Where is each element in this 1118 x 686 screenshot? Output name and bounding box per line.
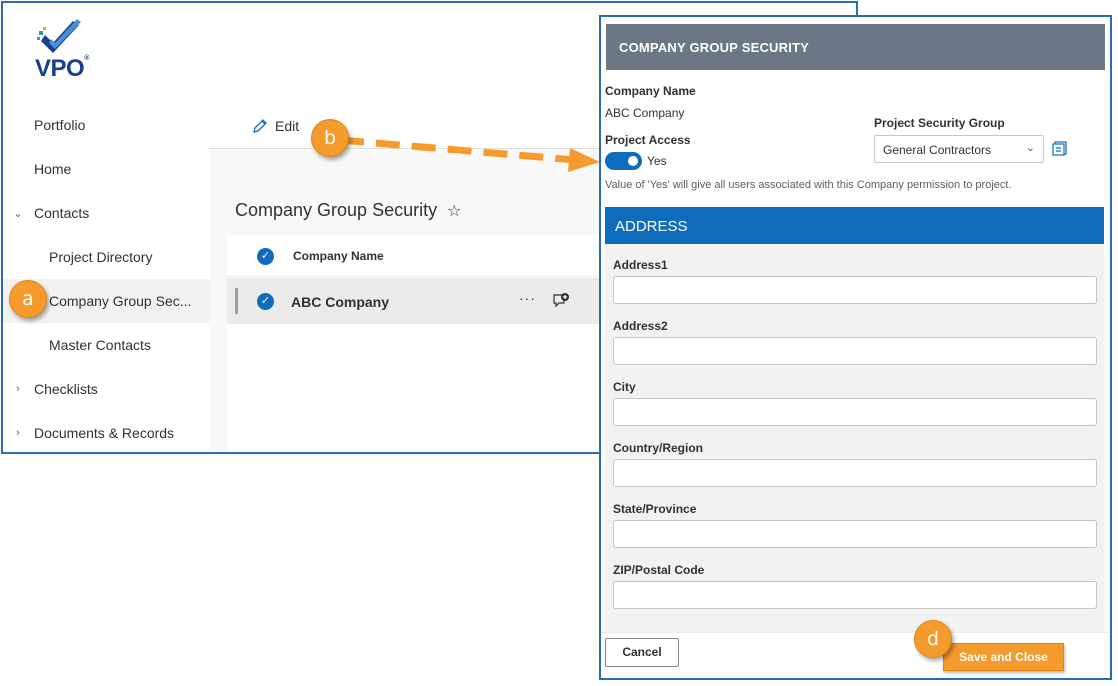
row-company-name[interactable]: ABC Company <box>291 294 389 310</box>
sidebar-item-portfolio[interactable]: Portfolio <box>3 103 209 147</box>
logo-trademark: ® <box>84 55 89 62</box>
address1-input[interactable] <box>613 276 1097 304</box>
pencil-icon <box>253 119 267 133</box>
company-group-security-panel: COMPANY GROUP SECURITY Company Name ABC … <box>599 15 1112 680</box>
panel-header: COMPANY GROUP SECURITY <box>606 24 1105 70</box>
comment-add-icon[interactable] <box>552 292 570 310</box>
zip-postal-code-input[interactable] <box>613 581 1097 609</box>
chevron-down-icon[interactable]: ⌄ <box>12 207 24 220</box>
sidebar-item-home[interactable]: Home <box>3 147 209 191</box>
address1-label: Address1 <box>613 258 668 272</box>
project-access-label: Project Access <box>605 133 691 147</box>
lookup-icon[interactable] <box>1052 140 1068 156</box>
security-group-label: Project Security Group <box>874 116 1005 130</box>
sidebar-item-checklists[interactable]: › Checklists <box>3 367 209 411</box>
logo-text: VPO <box>35 55 85 82</box>
zip-postal-code-label: ZIP/Postal Code <box>613 563 705 577</box>
sidebar-item-contacts[interactable]: ⌄ Contacts <box>3 191 209 235</box>
sidebar-item-project-directory[interactable]: Project Directory <box>3 235 209 279</box>
more-options-icon[interactable]: ··· <box>519 290 536 306</box>
project-access-value: Yes <box>647 154 667 168</box>
sidebar-item-label: Checklists <box>34 381 98 397</box>
toggle-knob <box>628 156 638 166</box>
sidebar-item-label: Contacts <box>34 205 90 221</box>
row-checkbox[interactable]: ✓ <box>257 293 274 310</box>
company-name-label: Company Name <box>605 84 696 98</box>
city-label: City <box>613 380 636 394</box>
address-section: ADDRESS Address1 Address2 City Country/R… <box>605 207 1104 632</box>
sidebar-item-label: Portfolio <box>34 117 86 133</box>
address2-label: Address2 <box>613 319 668 333</box>
project-access-toggle[interactable] <box>605 152 642 170</box>
chevron-down-icon: ⌄ <box>1025 142 1035 154</box>
dashed-arrow-icon <box>339 136 600 172</box>
project-access-note: Value of 'Yes' will give all users assoc… <box>605 179 1012 191</box>
row-selection-bar <box>235 288 238 314</box>
city-input[interactable] <box>613 398 1097 426</box>
sidebar-item-label: Documents & Records <box>34 425 175 441</box>
edit-label: Edit <box>275 118 300 134</box>
edit-button[interactable]: Edit <box>251 117 299 135</box>
chevron-right-icon[interactable]: › <box>12 427 24 439</box>
column-header-company-name[interactable]: Company Name <box>293 249 384 263</box>
page-title: Company Group Security ☆ <box>235 200 461 221</box>
country-region-input[interactable] <box>613 459 1097 487</box>
favorite-star-icon[interactable]: ☆ <box>447 201 461 221</box>
company-name-value: ABC Company <box>605 106 685 120</box>
address-title: ADDRESS <box>615 218 688 235</box>
country-region-label: Country/Region <box>613 441 703 455</box>
sidebar-item-label: Company Group Sec... <box>49 293 192 309</box>
sidebar-item-documents-records[interactable]: › Documents & Records <box>3 411 209 452</box>
sidebar-item-label: Master Contacts <box>49 337 151 353</box>
sidebar-item-master-contacts[interactable]: Master Contacts <box>3 323 209 367</box>
callout-a: a <box>9 280 47 318</box>
callout-d: d <box>914 620 952 658</box>
sidebar: Portfolio Home ⌄ Contacts Project Direct… <box>3 103 209 452</box>
callout-b: b <box>311 119 349 157</box>
address2-input[interactable] <box>613 337 1097 365</box>
select-all-checkbox[interactable]: ✓ <box>257 248 274 265</box>
state-province-input[interactable] <box>613 520 1097 548</box>
footer-divider <box>601 632 1110 633</box>
chevron-right-icon[interactable]: › <box>12 383 24 395</box>
state-province-label: State/Province <box>613 502 697 516</box>
address-header: ADDRESS <box>605 207 1104 244</box>
sidebar-item-label: Project Directory <box>49 249 153 265</box>
logo-check-icon <box>37 19 81 53</box>
save-and-close-button[interactable]: Save and Close <box>943 643 1064 671</box>
cancel-button[interactable]: Cancel <box>605 638 679 667</box>
list-title-text: Company Group Security <box>235 200 438 220</box>
security-group-value: General Contractors <box>883 143 992 157</box>
security-group-dropdown[interactable]: General Contractors ⌄ <box>874 135 1044 163</box>
sidebar-item-label: Home <box>34 161 72 177</box>
panel-title: COMPANY GROUP SECURITY <box>619 40 810 55</box>
vpo-logo: VPO® <box>33 17 103 87</box>
